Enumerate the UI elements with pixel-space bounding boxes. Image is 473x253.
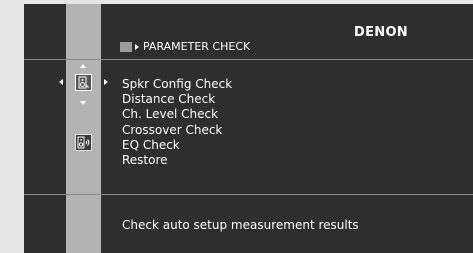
menu-item-ch-level-check[interactable]: Ch. Level Check	[122, 107, 232, 122]
guide-text: Check auto setup measurement results	[122, 218, 359, 232]
speaker-config-icon[interactable]	[75, 74, 92, 91]
nav-down-icon[interactable]	[80, 101, 86, 105]
header-divider	[24, 59, 473, 60]
parameter-check-menu: Spkr Config Check Distance Check Ch. Lev…	[122, 77, 232, 168]
breadcrumb-arrow-icon	[135, 43, 139, 50]
brand-logo: DENON	[354, 25, 408, 40]
breadcrumb-square-icon	[120, 41, 132, 52]
sidebar	[66, 4, 101, 253]
breadcrumb-title: PARAMETER CHECK	[143, 40, 251, 53]
speaker-config-icon-glyph	[78, 76, 89, 89]
footer-divider	[24, 194, 473, 195]
speaker-sound-icon[interactable]	[75, 134, 92, 151]
speaker-sound-icon-glyph	[77, 136, 90, 149]
menu-item-eq-check[interactable]: EQ Check	[122, 138, 232, 153]
menu-item-crossover-check[interactable]: Crossover Check	[122, 123, 232, 138]
nav-right-icon[interactable]	[104, 79, 108, 85]
breadcrumb: PARAMETER CHECK	[120, 40, 250, 53]
menu-item-spkr-config-check[interactable]: Spkr Config Check	[122, 77, 232, 92]
menu-item-restore[interactable]: Restore	[122, 153, 232, 168]
nav-left-icon[interactable]	[59, 79, 63, 85]
menu-item-distance-check[interactable]: Distance Check	[122, 92, 232, 107]
osd-screen: DENON PARAMETER CHECK Spkr Config Check …	[24, 4, 473, 253]
nav-up-icon[interactable]	[80, 64, 86, 68]
